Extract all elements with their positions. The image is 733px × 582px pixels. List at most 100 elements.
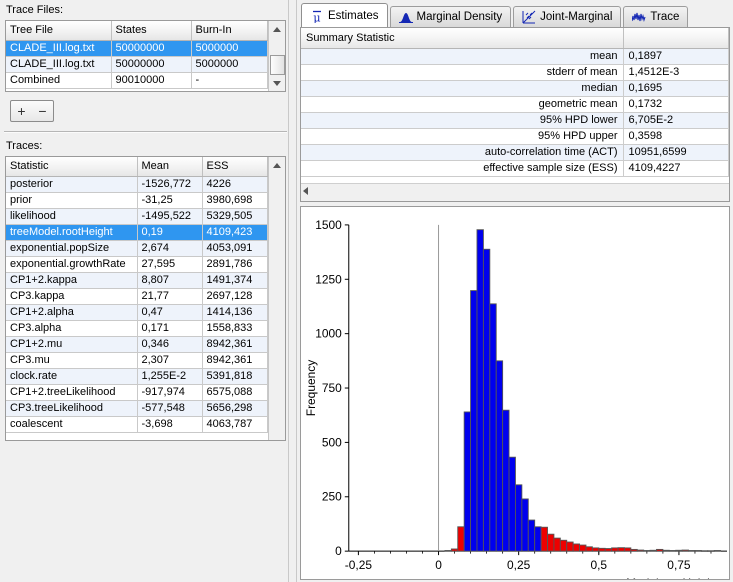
table-row[interactable]: effective sample size (ESS) 4109,4227 (301, 160, 729, 177)
summary-stat-value: 10951,6599 (623, 144, 729, 161)
trace-statistic-name: likelihood (6, 208, 138, 225)
table-row[interactable]: 95% HPD upper 0,3598 (301, 128, 729, 145)
summary-stat-value: 0,1897 (623, 48, 729, 65)
table-row[interactable]: clock.rate 1,255E-2 5391,818 (6, 368, 268, 385)
table-row[interactable]: CP1+2.kappa 8,807 1491,374 (6, 272, 268, 289)
histogram-bar (591, 547, 600, 552)
trace-file-burnin: - (191, 72, 268, 89)
histogram-bar (463, 411, 472, 552)
traces-label: Traces: (6, 140, 43, 152)
summary-stat-value: 0,1732 (623, 96, 729, 113)
table-row[interactable]: CP3.alpha 0,171 1558,833 (6, 320, 268, 337)
tab-label: Marginal Density (416, 11, 503, 23)
summary-statistic-header[interactable]: Summary Statistic (301, 28, 624, 49)
trace-ess: 4109,423 (202, 224, 268, 241)
x-tick-label: -0,25 (345, 558, 373, 572)
table-row[interactable]: CLADE_III.log.txt 50000000 5000000 (6, 56, 268, 73)
y-axis-label: Frequency (304, 360, 318, 416)
remove-trace-file-button[interactable]: − (32, 104, 53, 118)
summary-stat-key: auto-correlation time (ACT) (301, 144, 624, 161)
trace-statistic-name: CP1+2.mu (6, 336, 138, 353)
scroll-down-icon[interactable] (269, 75, 285, 91)
table-row[interactable]: treeModel.rootHeight 0,19 4109,423 (6, 224, 268, 241)
histogram-bar (668, 550, 677, 552)
x-tick-label: 0,25 (507, 558, 531, 572)
trace-file-name: CLADE_III.log.txt (6, 56, 112, 73)
add-trace-file-button[interactable]: + (11, 104, 32, 118)
table-row[interactable]: coalescent -3,698 4063,787 (6, 416, 268, 433)
trace-statistic-name: CP3.kappa (6, 288, 138, 305)
tab-trace[interactable]: Trace (623, 6, 689, 27)
table-row[interactable]: CLADE_III.log.txt 50000000 5000000 (6, 40, 268, 57)
scrollbar-thumb[interactable] (270, 55, 285, 75)
histogram-bar (540, 526, 548, 552)
summary-stat-value: 0,3598 (623, 128, 729, 145)
summary-value-header[interactable] (623, 28, 729, 49)
table-row[interactable]: CP3.kappa 21,77 2697,128 (6, 288, 268, 305)
histogram-bar (489, 303, 497, 552)
summary-stat-key: stderr of mean (301, 64, 624, 81)
histogram-bar (457, 526, 465, 552)
trace-file-burnin: 5000000 (191, 40, 268, 57)
histogram-bar (636, 549, 645, 552)
trace-ess: 1558,833 (202, 320, 268, 337)
table-row[interactable]: prior -31,25 3980,698 (6, 192, 268, 209)
trace-files-vscrollbar[interactable] (268, 21, 285, 91)
histogram-bar (579, 544, 587, 552)
traces-column-header-1[interactable]: Mean (137, 157, 203, 177)
table-row[interactable]: CP1+2.alpha 0,47 1414,136 (6, 304, 268, 321)
trace-statistic-name: CP1+2.kappa (6, 272, 138, 289)
table-row[interactable]: 95% HPD lower 6,705E-2 (301, 112, 729, 129)
tab-marginal-density[interactable]: Marginal Density (389, 6, 512, 27)
table-row[interactable]: exponential.growthRate 27,595 2891,786 (6, 256, 268, 273)
trace-ess: 2891,786 (202, 256, 268, 273)
table-row[interactable]: median 0,1695 (301, 80, 729, 97)
scroll-up-icon[interactable] (269, 157, 285, 173)
trace-statistic-name: exponential.growthRate (6, 256, 138, 273)
histogram-bar (707, 550, 715, 552)
table-row[interactable]: likelihood -1495,522 5329,505 (6, 208, 268, 225)
table-row[interactable]: mean 0,1897 (301, 48, 729, 65)
table-row[interactable]: geometric mean 0,1732 (301, 96, 729, 113)
table-row[interactable]: CP1+2.treeLikelihood -917,974 6575,088 (6, 384, 268, 401)
tab-estimates[interactable]: μ Estimates (301, 3, 388, 27)
summary-stat-value: 0,1695 (623, 80, 729, 97)
y-tick-label: 1250 (315, 272, 342, 286)
traces-vscrollbar[interactable] (268, 157, 285, 440)
histogram-bar (566, 541, 574, 552)
tab-joint-marginal[interactable]: Joint-Marginal (513, 6, 622, 27)
trace-mean: 8,807 (137, 272, 203, 289)
trace-mean: -31,25 (137, 192, 203, 209)
traces-column-header-2[interactable]: ESS (202, 157, 268, 177)
tab-label: Estimates (328, 9, 379, 22)
density-curve-icon (398, 10, 413, 24)
table-row[interactable]: exponential.popSize 2,674 4053,091 (6, 240, 268, 257)
histogram-bar (521, 498, 529, 552)
trace-mean: 0,346 (137, 336, 203, 353)
summary-stat-key: mean (301, 48, 624, 65)
summary-hscrollbar[interactable] (301, 183, 729, 201)
table-row[interactable]: Combined 90010000- (6, 72, 268, 89)
traces-column-header-0[interactable]: Statistic (6, 157, 138, 177)
table-row[interactable]: auto-correlation time (ACT) 10951,6599 (301, 144, 729, 161)
trace-files-table[interactable]: Tree File States Burn-In CLADE_III.log.txt… (5, 20, 286, 92)
histogram-bar (675, 549, 683, 552)
trace-files-column-header-2[interactable]: Burn-In (191, 21, 268, 41)
trace-file-buttons: + − (10, 100, 54, 122)
x-tick-label: 0,75 (667, 558, 691, 572)
table-row[interactable]: posterior -1526,772 4226 (6, 176, 268, 193)
traces-table[interactable]: Statistic Mean ESS posterior -1526,772 4226 p… (5, 156, 286, 441)
split-divider[interactable] (288, 0, 297, 582)
scroll-left-icon[interactable] (303, 187, 308, 195)
trace-files-column-header-0[interactable]: Tree File (6, 21, 112, 41)
right-panel: μ Estimates Marginal Density Joint-Marginal… (297, 0, 733, 582)
histogram-bar (700, 550, 709, 552)
scroll-up-icon[interactable] (269, 21, 285, 37)
table-row[interactable]: CP1+2.mu 0,346 8942,361 (6, 336, 268, 353)
table-row[interactable]: stderr of mean 1,4512E-3 (301, 64, 729, 81)
trace-files-column-header-1[interactable]: States (111, 21, 192, 41)
trace-file-burnin: 5000000 (191, 56, 268, 73)
table-row[interactable]: CP3.treeLikelihood -577,548 5656,298 (6, 400, 268, 417)
table-row[interactable]: CP3.mu 2,307 8942,361 (6, 352, 268, 369)
trace-mean: 21,77 (137, 288, 203, 305)
